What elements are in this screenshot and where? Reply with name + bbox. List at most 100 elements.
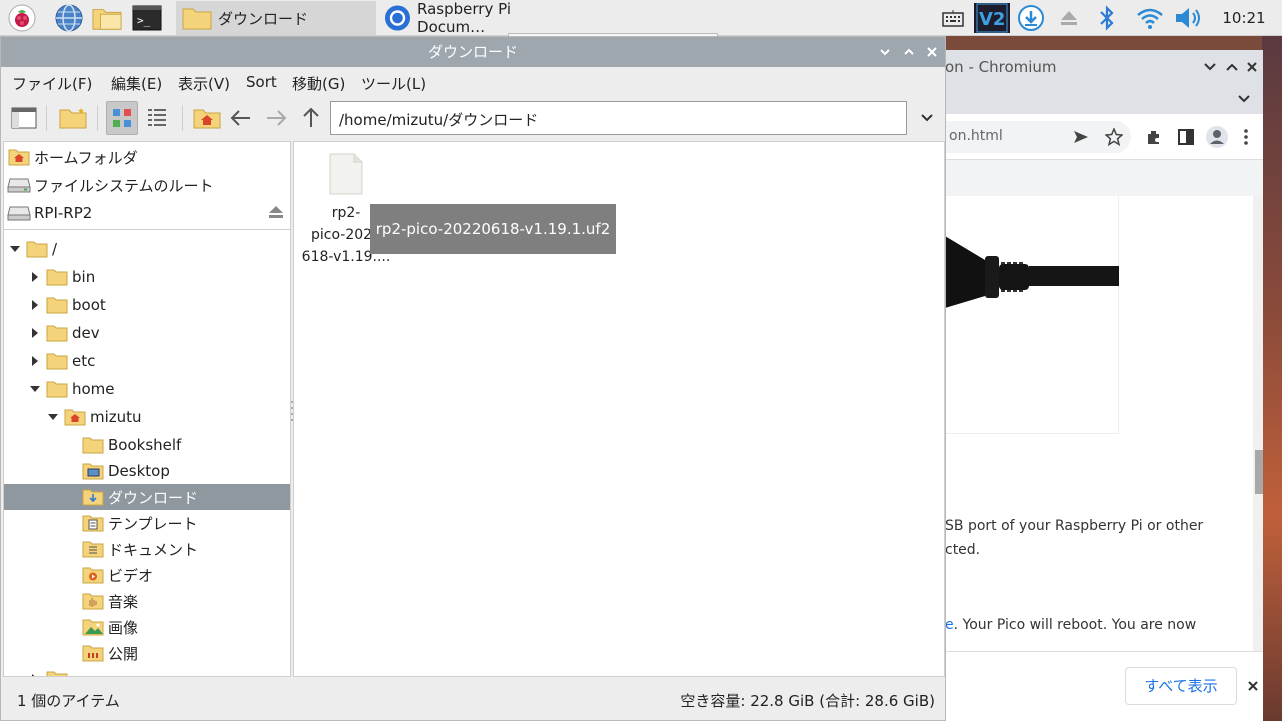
wifi-icon[interactable] [1133,3,1167,33]
tab-search-chevron-icon[interactable] [1237,92,1251,110]
removable-drive-icon [7,203,31,223]
expander-closed-icon[interactable] [28,270,42,284]
expander-closed-icon[interactable] [28,672,42,676]
tree-node-templates[interactable]: テンプレート [4,510,290,536]
tree-node-user-home[interactable]: mizutu [4,404,290,430]
place-rpi-rp2[interactable]: RPI-RP2 [4,199,290,227]
expander-closed-icon[interactable] [28,354,42,368]
tree-node-documents[interactable]: ドキュメント [4,536,290,562]
place-home-folder[interactable]: ホームフォルダ [4,143,290,171]
file-document-icon [329,153,363,195]
home-folder-icon [7,147,31,167]
profile-avatar-icon[interactable] [1205,125,1229,153]
new-window-button[interactable] [8,101,40,135]
bookmark-star-icon[interactable] [1104,127,1124,150]
minimize-chevron-icon[interactable] [875,42,895,62]
taskbar-item-label: ダウンロード [218,9,309,28]
place-label: ホームフォルダ [34,148,138,167]
file-view[interactable]: rp2- pico-2022 618-v1.19.... rp2-pico-20… [293,141,945,677]
vnc-icon[interactable]: V2 [974,3,1010,33]
maximize-chevron-icon[interactable] [899,42,919,62]
file-manager-titlebar[interactable]: ダウンロード [1,37,945,67]
new-folder-button[interactable] [57,101,89,135]
taskbar-item-file-manager[interactable]: ダウンロード [176,1,376,35]
path-entry[interactable]: /home/mizutu/ダウンロード [330,101,907,135]
status-bar: 1 個のアイテム 空き容量: 22.8 GiB (合計: 28.6 GiB) [1,679,945,719]
menu-file[interactable]: ファイル(F) [12,73,92,94]
tree-node-downloads[interactable]: ダウンロード [4,484,290,510]
bluetooth-icon[interactable] [1092,3,1122,33]
chevron-up-icon[interactable] [1225,60,1239,78]
keyboard-icon[interactable] [940,3,966,33]
close-icon[interactable] [922,42,942,62]
tree-node-label: ドキュメント [108,540,199,559]
web-browser-launcher-icon[interactable] [54,3,84,33]
list-view-button[interactable] [141,101,173,135]
tree-node-videos[interactable]: ビデオ [4,562,290,588]
show-all-downloads-button[interactable]: すべて表示 [1125,667,1237,705]
tree-node-desktop[interactable]: Desktop [4,458,290,484]
tree-node-home[interactable]: home [4,376,290,402]
tree-node-etc[interactable]: etc [4,348,290,374]
svg-text:>_: >_ [137,14,151,27]
toolbar: /home/mizutu/ダウンロード [1,97,945,139]
folder-icon [26,240,48,258]
place-filesystem-root[interactable]: ファイルシステムのルート [4,171,290,199]
taskbar-item-label: Raspberry Pi Docum… [417,0,511,36]
file-manager-launcher-icon[interactable] [92,3,122,33]
chevron-down-icon[interactable] [1203,60,1217,78]
browser-title: on - Chromium [945,58,1057,76]
menu-view[interactable]: 表示(V) [178,73,230,94]
menu-edit[interactable]: 編集(E) [111,73,162,94]
expander-open-icon[interactable] [46,410,60,424]
menu-kebab-icon[interactable] [1243,128,1249,150]
menu-sort[interactable]: Sort [246,73,277,91]
browser-scrollbar[interactable] [1253,196,1263,651]
close-icon[interactable] [1245,60,1259,78]
icon-view-button[interactable] [106,101,138,135]
expander-open-icon[interactable] [8,242,22,256]
page-text-line: e. Your Pico will reboot. You are now [945,617,1197,633]
close-download-shelf-icon[interactable] [1247,680,1259,696]
menu-tools[interactable]: ツール(L) [361,73,426,94]
tree-node-boot[interactable]: boot [4,292,290,318]
back-button[interactable] [225,101,257,135]
new-window-icon [11,107,37,129]
forward-button[interactable] [260,101,292,135]
path-history-dropdown[interactable] [911,101,943,135]
menu-go[interactable]: 移動(G) [292,73,345,94]
extensions-icon[interactable] [1145,128,1163,150]
download-icon[interactable] [1015,3,1047,33]
home-button[interactable] [191,101,223,135]
tree-node-music[interactable]: 音楽 [4,588,290,614]
tree-node-partial[interactable] [4,666,290,676]
clock[interactable]: 10:21 [1214,0,1274,36]
tree-node-dev[interactable]: dev [4,320,290,346]
expander-closed-icon[interactable] [28,326,42,340]
tree-node-bin[interactable]: bin [4,264,290,290]
page-text-line: cted. [945,542,981,558]
send-icon[interactable] [1073,129,1089,149]
tree-node-public[interactable]: 公開 [4,640,290,666]
svg-text:V2: V2 [979,9,1005,30]
tree-node-pictures[interactable]: 画像 [4,614,290,640]
expander-closed-icon[interactable] [28,298,42,312]
tree-node-root[interactable]: / [4,236,290,262]
address-bar[interactable]: on.html [945,121,1131,153]
terminal-launcher-icon[interactable]: >_ [132,3,162,33]
file-name-tooltip: rp2-pico-20220618-v1.19.1.uf2 [370,204,616,254]
expander-open-icon[interactable] [28,382,42,396]
volume-icon[interactable] [1172,3,1206,33]
tree-node-bookshelf[interactable]: Bookshelf [4,432,290,458]
directory-tree: / bin boot dev etc home mizutu Bookshelf… [4,234,290,676]
eject-icon[interactable] [268,205,284,223]
up-button[interactable] [295,101,327,135]
raspberry-menu-icon[interactable] [7,3,37,33]
menubar: ファイル(F) 編集(E) 表示(V) Sort 移動(G) ツール(L) [1,67,945,97]
desktop-folder-icon [82,462,104,480]
taskbar-item-browser[interactable]: Raspberry Pi Docum… [378,0,578,36]
side-panel-icon[interactable] [1177,128,1195,150]
browser-page-content: SB port of your Raspberry Pi or other ct… [945,196,1253,651]
eject-icon[interactable] [1055,3,1083,33]
scrollbar-thumb[interactable] [1255,450,1263,494]
